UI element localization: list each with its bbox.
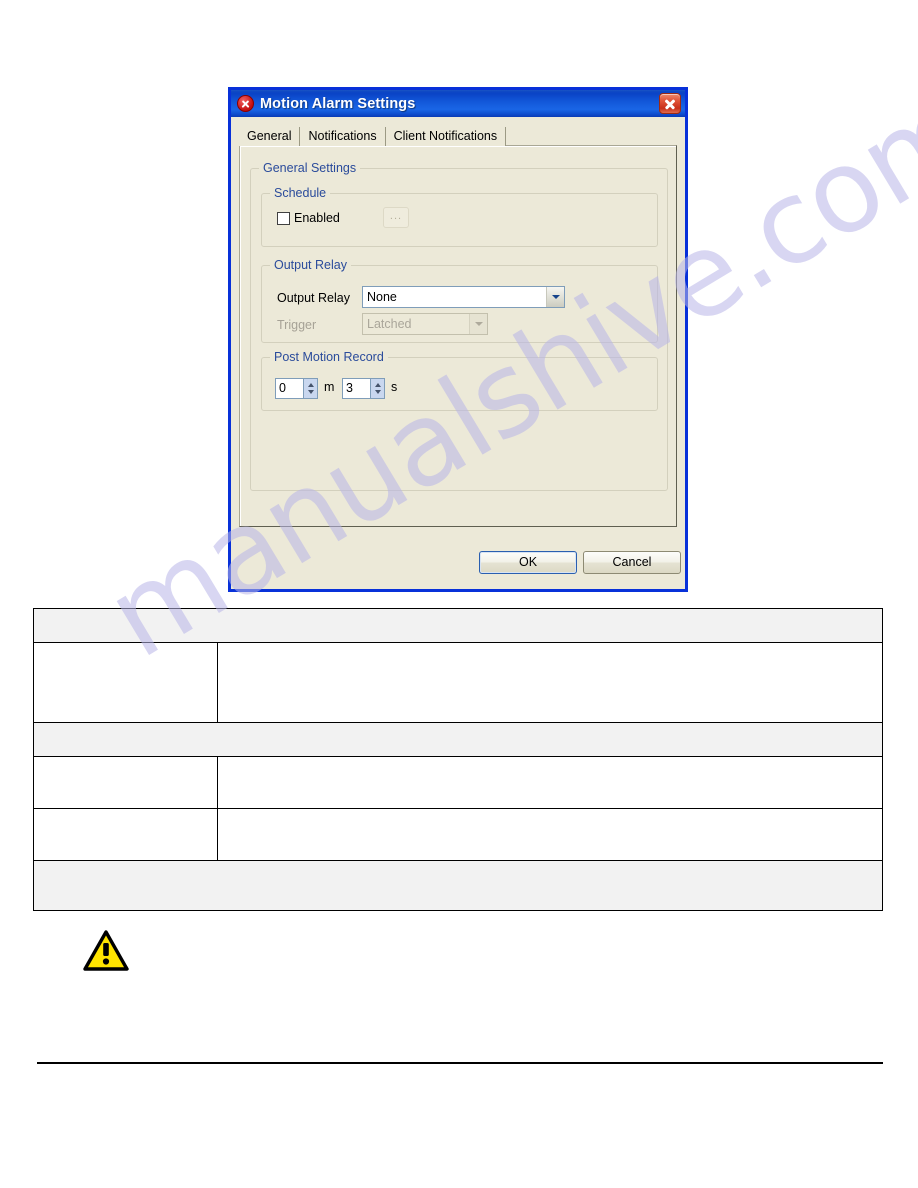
- close-icon[interactable]: [659, 93, 681, 114]
- table-cell: [33, 608, 883, 643]
- dialog-title: Motion Alarm Settings: [260, 95, 416, 112]
- table-row: [33, 608, 883, 643]
- table-row: [33, 808, 883, 861]
- ok-button[interactable]: OK: [479, 551, 577, 574]
- table-cell: [33, 756, 218, 809]
- post-motion-seconds-input[interactable]: 3: [342, 378, 370, 399]
- table-cell: [33, 722, 883, 757]
- footer-divider: [37, 1062, 883, 1064]
- table-row: [33, 642, 883, 723]
- schedule-enabled-label: Enabled: [294, 211, 340, 225]
- document-table: [33, 608, 883, 911]
- table-row: [33, 860, 883, 911]
- output-relay-selected-value: None: [367, 290, 397, 304]
- tab-client-notifications[interactable]: Client Notifications: [385, 127, 507, 146]
- cancel-button[interactable]: Cancel: [583, 551, 681, 574]
- output-relay-select[interactable]: None: [362, 286, 565, 308]
- table-cell: [33, 808, 218, 861]
- table-cell: [217, 642, 883, 723]
- group-general-settings: General Settings Schedule Enabled ... Ou…: [250, 161, 668, 491]
- trigger-field-label: Trigger: [277, 318, 317, 332]
- group-post-motion-record-label: Post Motion Record: [270, 350, 388, 364]
- group-schedule: Schedule Enabled ...: [261, 186, 658, 247]
- post-motion-seconds-stepper[interactable]: 3: [342, 378, 385, 399]
- output-relay-field-label: Output Relay: [277, 291, 350, 305]
- schedule-enabled-row[interactable]: Enabled: [277, 211, 340, 225]
- table-cell: [33, 860, 883, 911]
- table-row: [33, 756, 883, 809]
- schedule-browse-button[interactable]: ...: [383, 207, 409, 228]
- tab-general[interactable]: General: [239, 127, 301, 146]
- minutes-spin-buttons[interactable]: [303, 378, 318, 399]
- tab-strip: General Notifications Client Notificatio…: [239, 126, 507, 146]
- table-cell: [217, 808, 883, 861]
- post-motion-seconds-unit: s: [391, 380, 398, 394]
- error-circle-icon: [237, 95, 254, 112]
- group-post-motion-record: Post Motion Record 0 m 3 s: [261, 350, 658, 411]
- post-motion-minutes-unit: m: [324, 380, 335, 394]
- table-cell: [217, 756, 883, 809]
- motion-alarm-settings-dialog: Motion Alarm Settings General Notificati…: [228, 87, 688, 592]
- table-row: [33, 722, 883, 757]
- trigger-select: Latched: [362, 313, 488, 335]
- group-output-relay: Output Relay Output Relay None Trigger L…: [261, 258, 658, 343]
- schedule-enabled-checkbox[interactable]: [277, 211, 290, 225]
- warning-triangle-icon: [83, 930, 129, 971]
- post-motion-minutes-stepper[interactable]: 0: [275, 378, 318, 399]
- dialog-titlebar[interactable]: Motion Alarm Settings: [228, 87, 688, 117]
- tab-notifications[interactable]: Notifications: [300, 127, 386, 146]
- tab-panel-general: General Settings Schedule Enabled ... Ou…: [239, 145, 677, 527]
- trigger-selected-value: Latched: [367, 317, 412, 331]
- group-output-relay-label: Output Relay: [270, 258, 351, 272]
- group-general-settings-label: General Settings: [259, 161, 361, 175]
- chevron-down-icon[interactable]: [546, 287, 564, 307]
- seconds-spin-buttons[interactable]: [370, 378, 385, 399]
- group-schedule-label: Schedule: [270, 186, 331, 200]
- chevron-down-icon: [469, 314, 487, 334]
- table-cell: [33, 642, 218, 723]
- post-motion-minutes-input[interactable]: 0: [275, 378, 303, 399]
